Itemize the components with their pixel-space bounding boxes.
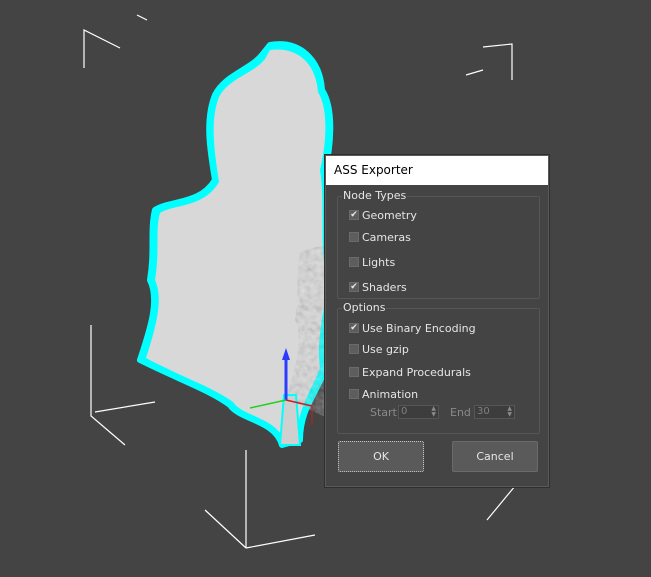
start-spinner[interactable]: 0 ▲ ▼ xyxy=(398,405,439,419)
animation-checkbox[interactable] xyxy=(349,389,359,399)
gzip-label: Use gzip xyxy=(362,342,409,356)
ass-exporter-dialog: ASS Exporter Node Types ✔ Geometry Camer… xyxy=(325,155,549,487)
geometry-label: Geometry xyxy=(362,208,417,222)
ok-button[interactable]: OK xyxy=(338,441,424,472)
shaders-checkbox[interactable]: ✔ xyxy=(349,282,359,292)
lights-checkbox-row[interactable]: Lights xyxy=(349,255,395,269)
start-spinner-arrows[interactable]: ▲ ▼ xyxy=(431,406,436,418)
cancel-button[interactable]: Cancel xyxy=(452,441,538,472)
end-spinner[interactable]: 30 ▲ ▼ xyxy=(474,405,515,419)
binary-encoding-checkbox-row[interactable]: ✔ Use Binary Encoding xyxy=(349,321,476,335)
cameras-checkbox-row[interactable]: Cameras xyxy=(349,230,411,244)
spinner-down-icon[interactable]: ▼ xyxy=(507,411,512,418)
checkmark-icon: ✔ xyxy=(350,323,358,333)
shaders-checkbox-row[interactable]: ✔ Shaders xyxy=(349,280,407,294)
start-value: 0 xyxy=(401,406,408,417)
shaders-label: Shaders xyxy=(362,280,407,294)
binary-encoding-checkbox[interactable]: ✔ xyxy=(349,323,359,333)
expand-procedurals-checkbox-row[interactable]: Expand Procedurals xyxy=(349,365,471,379)
binary-encoding-label: Use Binary Encoding xyxy=(362,321,476,335)
expand-procedurals-label: Expand Procedurals xyxy=(362,365,471,379)
animation-checkbox-row[interactable]: Animation xyxy=(349,387,418,401)
node-types-label: Node Types xyxy=(342,189,408,203)
lights-label: Lights xyxy=(362,255,396,269)
geometry-checkbox[interactable]: ✔ xyxy=(349,210,359,220)
tree-model[interactable] xyxy=(137,40,335,448)
end-spinner-arrows[interactable]: ▲ ▼ xyxy=(507,406,512,418)
geometry-checkbox-row[interactable]: ✔ Geometry xyxy=(349,208,417,222)
checkmark-icon: ✔ xyxy=(350,282,358,292)
options-label: Options xyxy=(342,301,387,315)
lights-checkbox[interactable] xyxy=(349,257,359,267)
start-label: Start xyxy=(370,406,397,419)
cameras-checkbox[interactable] xyxy=(349,232,359,242)
end-label: End xyxy=(450,406,471,419)
spinner-down-icon[interactable]: ▼ xyxy=(431,411,436,418)
cameras-label: Cameras xyxy=(362,230,411,244)
gzip-checkbox-row[interactable]: Use gzip xyxy=(349,342,409,356)
dialog-title[interactable]: ASS Exporter xyxy=(326,156,548,185)
end-value: 30 xyxy=(477,406,490,417)
gzip-checkbox[interactable] xyxy=(349,344,359,354)
expand-procedurals-checkbox[interactable] xyxy=(349,367,359,377)
checkmark-icon: ✔ xyxy=(350,210,358,220)
animation-label: Animation xyxy=(362,387,419,401)
